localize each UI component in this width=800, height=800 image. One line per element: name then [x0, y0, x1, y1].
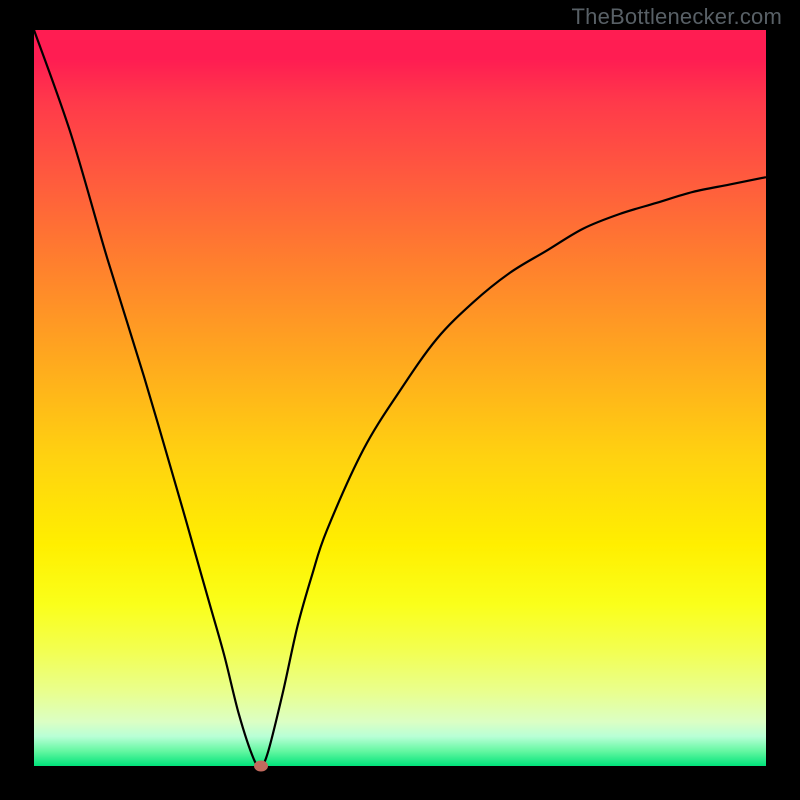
minimum-marker [254, 761, 268, 772]
chart-stage: TheBottlenecker.com [0, 0, 800, 800]
bottleneck-curve [34, 30, 766, 766]
plot-area [34, 30, 766, 766]
watermark-text: TheBottlenecker.com [572, 4, 782, 30]
